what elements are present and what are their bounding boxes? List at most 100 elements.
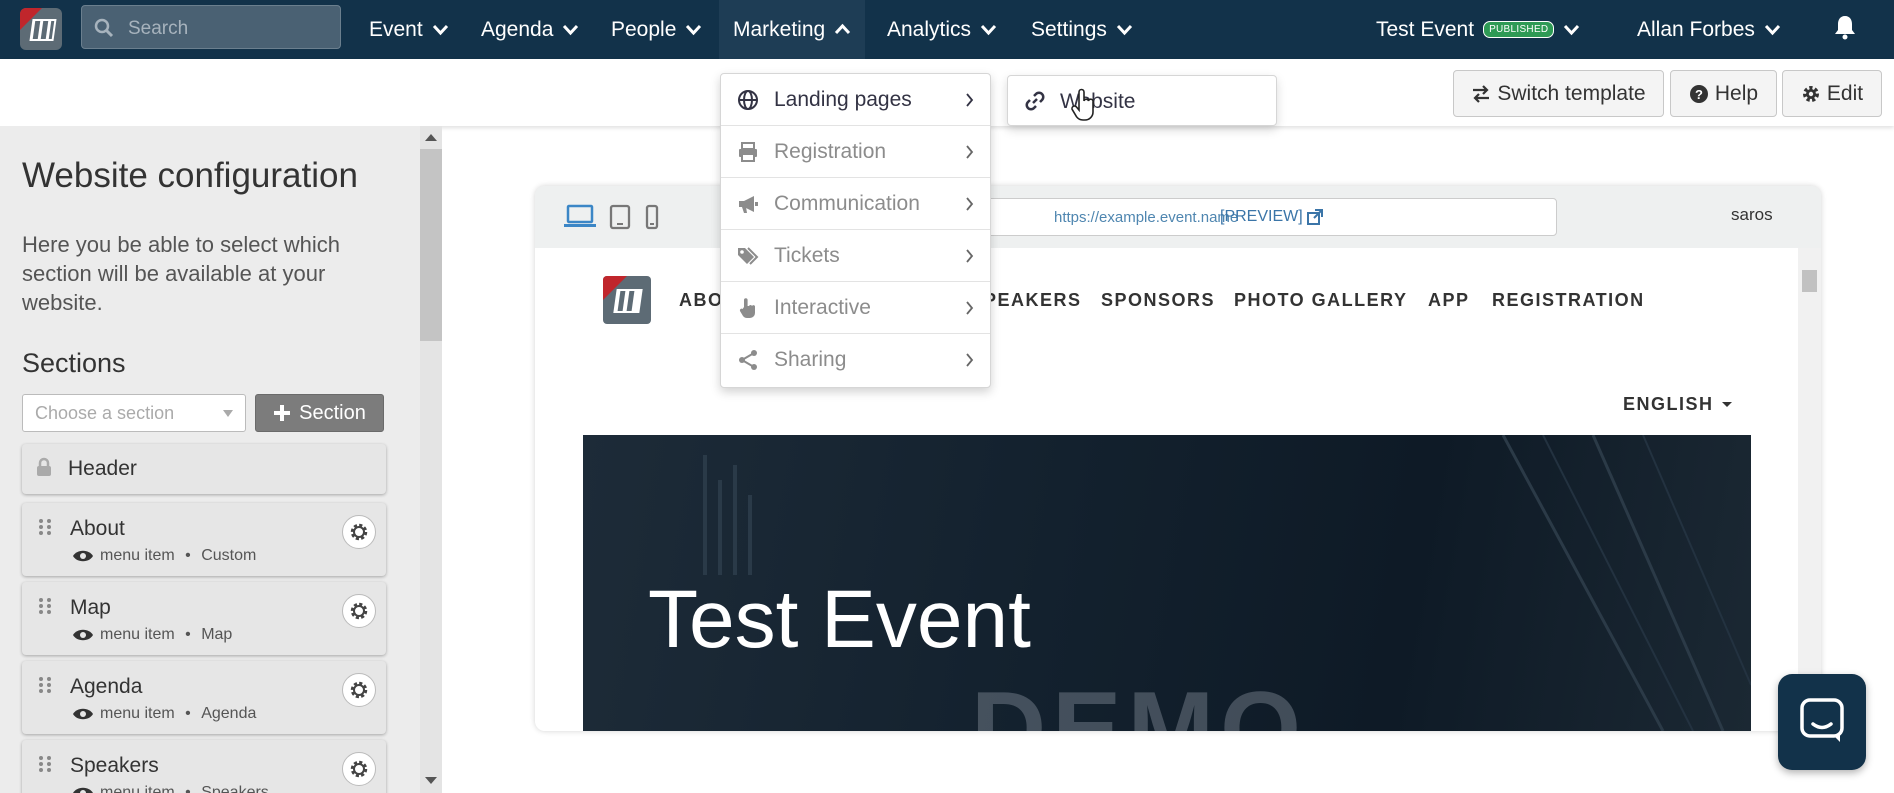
user-name: Allan Forbes [1637,17,1755,41]
chevron-right-icon [966,353,974,367]
share-icon [739,350,757,370]
eye-icon [73,787,93,793]
chevron-right-icon [966,301,974,315]
user-menu[interactable]: Allan Forbes [1637,0,1781,59]
nav-agenda[interactable]: Agenda [481,0,579,59]
status-badge: PUBLISHED [1483,21,1555,38]
search-placeholder: Search [128,18,189,39]
site-nav-sponsors[interactable]: SPONSORS [1101,290,1215,311]
section-settings-button[interactable] [342,752,376,786]
lock-icon [37,457,51,476]
preview-scrollbar-thumb[interactable] [1802,270,1817,292]
preview-url-bar: https://example.event.name [PREVIEW] [972,198,1557,236]
menu-item-interactive[interactable]: Interactive [721,282,990,334]
edit-button[interactable]: Edit [1782,70,1882,117]
chat-icon [1800,698,1844,742]
desktop-icon[interactable] [564,204,596,230]
bell-icon[interactable] [1833,14,1857,40]
eye-icon [73,550,93,562]
menu-item-landing-pages[interactable]: Landing pages [721,74,990,126]
section-card[interactable]: Agenda menu item • Agenda [22,661,386,734]
nav-people[interactable]: People [611,0,702,59]
help-button[interactable]: ? Help [1670,70,1777,117]
nav-settings[interactable]: Settings [1031,0,1133,59]
caret-down-icon [223,410,233,417]
chat-launcher-button[interactable] [1778,674,1866,770]
eye-icon [73,629,93,641]
event-name: Test Event [1376,17,1475,41]
mobile-icon[interactable] [645,204,659,230]
site-nav-app[interactable]: APP [1428,290,1470,311]
website-config-panel: Website configuration Here you be able t… [0,126,442,793]
top-navbar: Search Event Agenda People Marketing Ana… [0,0,1894,59]
megaphone-icon [739,196,758,213]
question-circle-icon: ? [1689,84,1708,103]
section-card[interactable]: Speakers menu item • Speakers [22,740,386,793]
drag-handle-icon[interactable] [38,518,52,536]
external-link-icon [1306,209,1323,225]
site-nav-speakers[interactable]: PEAKERS [984,290,1082,311]
drag-handle-icon[interactable] [38,755,52,773]
svg-text:?: ? [1695,87,1703,102]
chevron-down-icon [686,24,702,36]
section-card[interactable]: About menu item • Custom [22,503,386,576]
menu-item-tickets[interactable]: Tickets [721,230,990,282]
gear-icon [350,760,368,778]
section-select[interactable]: Choose a section [22,394,246,432]
search-input[interactable]: Search [81,5,341,49]
sections-heading: Sections [22,348,126,378]
nav-analytics[interactable]: Analytics [887,0,997,59]
panel-title: Website configuration [22,156,358,195]
section-card[interactable]: Map menu item • Map [22,582,386,655]
switch-arrows-icon [1473,84,1490,103]
caret-down-icon [1721,402,1732,407]
chevron-down-icon [563,24,579,36]
chevron-down-icon [1764,24,1780,36]
app-logo[interactable] [20,8,62,50]
drag-handle-icon[interactable] [38,676,52,694]
add-section-button[interactable]: Section [255,394,384,432]
chevron-down-icon [1116,24,1132,36]
hero-banner: Test Event DEMO [583,435,1751,731]
section-card-header: Header [22,444,386,494]
chevron-right-icon [966,145,974,159]
drag-handle-icon[interactable] [38,597,52,615]
menu-item-sharing[interactable]: Sharing [721,334,990,386]
chevron-right-icon [966,197,974,211]
hand-cursor-icon [1071,88,1094,121]
scroll-up-arrow[interactable] [425,134,437,141]
section-settings-button[interactable] [342,515,376,549]
printer-icon [739,142,757,162]
event-switcher[interactable]: Test Event PUBLISHED [1376,0,1580,59]
chevron-up-icon [835,23,851,35]
nav-event[interactable]: Event [369,0,449,59]
gear-icon [1802,85,1819,102]
preview-url: https://example.event.name [1054,209,1239,226]
panel-description: Here you be able to select which section… [22,232,340,315]
language-selector[interactable]: ENGLISH [1623,394,1732,415]
panel-scrollbar-thumb[interactable] [420,149,442,341]
section-settings-button[interactable] [342,594,376,628]
preview-scrollbar[interactable] [1798,248,1821,731]
scroll-down-arrow[interactable] [425,777,437,784]
hero-watermark: DEMO [971,671,1307,731]
site-logo[interactable] [603,276,651,324]
chevron-down-icon [1564,24,1580,36]
submenu-item-website[interactable]: Website [1007,75,1277,126]
site-nav-about[interactable]: ABO [679,290,724,311]
switch-template-button[interactable]: Switch template [1453,70,1664,117]
section-settings-button[interactable] [342,673,376,707]
gear-icon [350,523,368,541]
menu-item-communication[interactable]: Communication [721,178,990,230]
marketing-dropdown: Landing pages Registration Communication… [720,73,991,388]
menu-item-registration[interactable]: Registration [721,126,990,178]
preview-link[interactable]: [PREVIEW] [1220,208,1323,226]
eye-icon [73,708,93,720]
site-nav-photo-gallery[interactable]: PHOTO GALLERY [1234,290,1408,311]
tablet-icon[interactable] [609,204,631,230]
hero-title: Test Event [648,574,1031,665]
template-name: saros [1731,205,1773,224]
site-nav-registration[interactable]: REGISTRATION [1492,290,1645,311]
nav-marketing[interactable]: Marketing [719,0,866,59]
plus-icon [274,405,291,421]
